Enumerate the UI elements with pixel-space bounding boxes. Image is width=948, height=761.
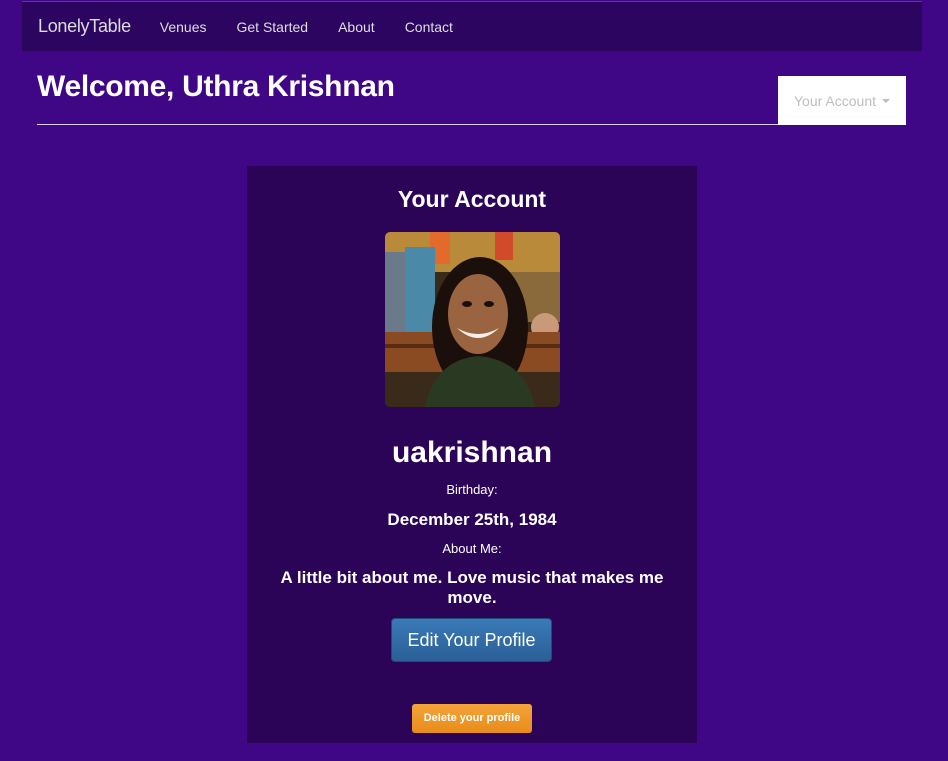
- profile-photo-image: [385, 232, 560, 407]
- card-title: Your Account: [397, 186, 547, 212]
- account-card: Your Account uakrishnan Birthday: Decemb…: [247, 166, 697, 743]
- nav-link-about[interactable]: About: [338, 19, 375, 35]
- account-dropdown-label: Your Account: [794, 92, 876, 109]
- username: uakrishnan: [391, 436, 553, 469]
- about-value: A little bit about me. Love music that m…: [280, 568, 664, 607]
- page-title: Welcome, Uthra Krishnan: [37, 70, 395, 103]
- nav-link-venues[interactable]: Venues: [160, 19, 207, 35]
- header-divider: [37, 124, 906, 125]
- profile-photo: [385, 232, 560, 407]
- birthday-value: December 25th, 1984: [387, 510, 557, 529]
- nav-link-get-started[interactable]: Get Started: [237, 19, 309, 35]
- about-label: About Me:: [442, 541, 502, 556]
- edit-profile-button[interactable]: Edit Your Profile: [391, 618, 552, 662]
- account-dropdown[interactable]: Your Account: [778, 76, 906, 125]
- nav-link-contact[interactable]: Contact: [405, 19, 453, 35]
- birthday-label: Birthday:: [446, 482, 498, 497]
- top-navbar: LonelyTable Venues Get Started About Con…: [22, 1, 922, 51]
- brand-link[interactable]: LonelyTable: [38, 16, 131, 37]
- nav-links: Venues Get Started About Contact: [145, 19, 468, 35]
- caret-down-icon: [882, 98, 890, 103]
- delete-profile-button[interactable]: Delete your profile: [412, 704, 532, 733]
